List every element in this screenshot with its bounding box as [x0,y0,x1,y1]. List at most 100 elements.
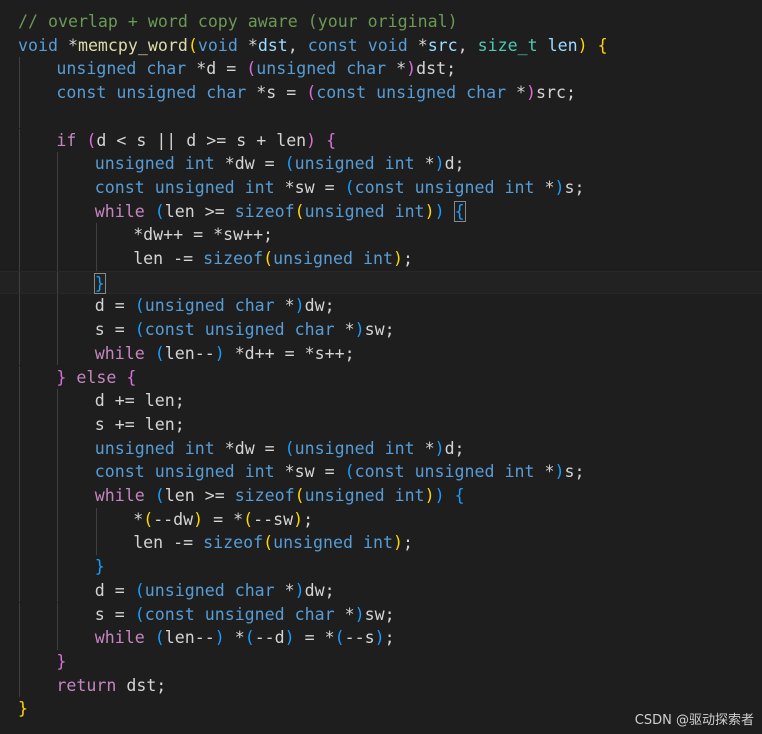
code-token: ) [354,320,365,340]
code-line[interactable]: while (len--) *(--d) = *(--s); [0,626,762,650]
code-line[interactable]: } [0,270,762,295]
code-token: ( [263,533,274,553]
code-token: unsigned [204,320,285,340]
watermark-text: CSDN @驱动探索者 [634,713,754,728]
code-line[interactable]: // overlap + word copy aware (your origi… [0,10,762,34]
code-token: s += len; [94,414,185,434]
code-token: d = [94,580,135,600]
code-token: char [206,83,247,103]
code-token: unsigned [294,438,375,458]
code-token: int [504,177,535,197]
code-line[interactable]: while (len >= sizeof(unsigned int)) { [0,199,762,224]
code-token: sizeof [203,249,264,268]
code-line[interactable]: unsigned char *d = (unsigned char *)dst; [0,57,762,82]
code-token: *dw = [214,438,285,458]
code-line[interactable]: void *memcpy_word(void *dst, const void … [0,34,762,58]
code-line[interactable]: const unsigned int *sw = (const unsigned… [0,460,762,484]
code-line[interactable]: len -= sizeof(unsigned int); [0,247,762,271]
indent-guide [57,578,59,603]
code-token: unsigned [94,154,175,174]
code-token: ) [393,249,403,268]
code-token: ) [554,462,565,482]
code-token: len [547,35,578,55]
code-line[interactable]: const unsigned int *sw = (const unsigned… [0,175,762,200]
code-line[interactable]: len -= sizeof(unsigned int); [0,531,762,556]
code-token: ; [403,249,413,268]
indent-guide [19,247,20,271]
code-token: ( [143,509,154,529]
code-line[interactable]: if (d < s || d >= s + len) { [0,128,762,153]
code-token: ) [214,343,225,363]
indent-guide [57,318,59,342]
code-token: = * [294,628,335,648]
code-token: { [454,486,465,505]
code-text: len -= sizeof(unsigned int); [133,247,413,271]
code-text: s = (const unsigned char *)sw; [95,603,395,627]
indent-guide [19,294,20,319]
indent-guide [57,555,59,579]
code-text: } [56,650,66,674]
code-token: char [146,59,187,79]
code-line[interactable]: s = (const unsigned char *)sw; [0,602,762,627]
code-text: d = (unsigned char *)dw; [95,294,335,318]
indent-guide [57,460,59,484]
code-line[interactable]: s += len; [0,412,762,437]
code-line[interactable]: *dw++ = *sw++; [0,223,762,247]
code-text: } [95,555,105,579]
code-text: s += len; [95,413,185,437]
code-token: ) [306,130,317,150]
code-token: ( [246,59,257,79]
code-token: * [274,580,295,600]
code-editor[interactable]: // overlap + word copy aware (your origi… [0,0,762,734]
indent-guide [95,531,97,556]
code-line[interactable] [0,104,762,129]
code-text: const unsigned char *s = (const unsigned… [56,81,576,105]
indent-guide [19,484,20,508]
code-line[interactable]: s = (const unsigned char *)sw; [0,318,762,342]
code-token: ) [193,509,204,529]
code-line[interactable]: const unsigned char *s = (const unsigned… [0,81,762,105]
code-line[interactable]: return dst; [0,673,762,698]
code-line[interactable]: d = (unsigned char *)dw; [0,578,762,603]
code-token: ) [374,628,385,648]
code-token: unsigned [304,201,385,221]
code-token: unsigned [204,604,285,624]
code-token: * [224,628,245,648]
code-text: while (len >= sizeof(unsigned int)) { [94,200,466,224]
code-line[interactable]: d = (unsigned char *)dw; [0,294,762,319]
code-line[interactable]: while (len >= sizeof(unsigned int)) { [0,484,762,508]
code-line[interactable]: while (len--) *d++ = *s++; [0,341,762,366]
indent-guide [19,81,20,105]
code-line[interactable]: unsigned int *dw = (unsigned int *)d; [0,436,762,461]
code-token: void [367,35,408,55]
code-token: int [244,462,275,482]
code-token: ) [424,201,435,221]
code-token: int [363,533,393,553]
code-token: ( [134,580,145,600]
code-line[interactable]: *(--dw) = *(--sw); [0,507,762,532]
code-token: while [94,201,145,221]
code-line[interactable]: unsigned int *dw = (unsigned int *)d; [0,152,762,176]
code-token: ( [187,35,198,55]
code-line[interactable]: } [0,649,762,674]
code-token: = * [203,509,244,529]
code-line[interactable]: d += len; [0,389,762,413]
code-token: ) [577,35,588,55]
code-line[interactable]: } [0,555,762,579]
code-token: * [274,296,295,316]
code-token: --sw [253,509,294,529]
code-token: ( [134,320,145,340]
code-token: --d [254,628,285,648]
code-token: ) [393,533,403,553]
code-line[interactable]: } else { [0,365,762,390]
code-token: dw; [304,580,335,600]
code-token: sw; [364,604,395,624]
